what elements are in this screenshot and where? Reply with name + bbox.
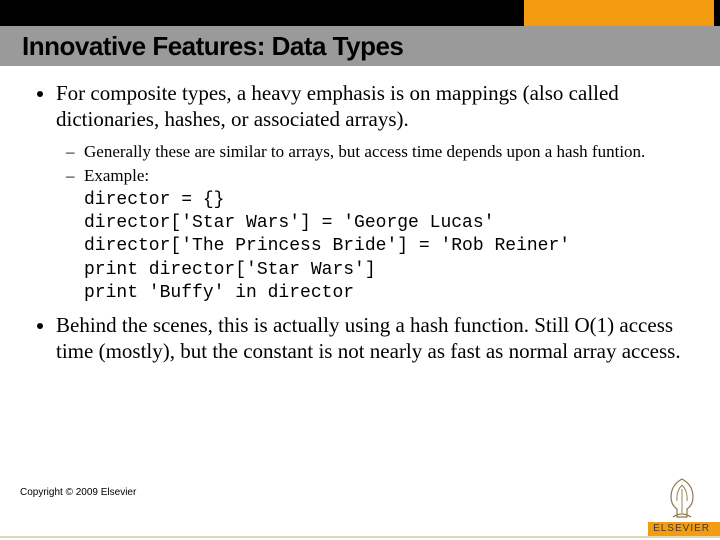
copyright-text: Copyright © 2009 Elsevier bbox=[20, 487, 136, 498]
slide-title: Innovative Features: Data Types bbox=[0, 31, 403, 62]
slide-body: For composite types, a heavy emphasis is… bbox=[32, 80, 692, 370]
sub-bullet-item: Example: bbox=[84, 165, 692, 187]
bullet-item: For composite types, a heavy emphasis is… bbox=[56, 80, 692, 306]
bullet-item: Behind the scenes, this is actually usin… bbox=[56, 312, 692, 365]
slide: Innovative Features: Data Types For comp… bbox=[0, 0, 720, 540]
publisher-name: ELSEVIER bbox=[653, 523, 710, 534]
sub-bullet-item: Generally these are similar to arrays, b… bbox=[84, 141, 692, 163]
sub-bullet-list: Generally these are similar to arrays, b… bbox=[56, 141, 692, 187]
publisher-logo: ELSEVIER bbox=[653, 475, 710, 534]
bullet-list: For composite types, a heavy emphasis is… bbox=[32, 80, 692, 364]
tree-icon bbox=[659, 475, 705, 521]
bullet-text: Behind the scenes, this is actually usin… bbox=[56, 313, 681, 363]
title-bar: Innovative Features: Data Types bbox=[0, 26, 720, 66]
bullet-text: For composite types, a heavy emphasis is… bbox=[56, 81, 619, 131]
code-block: director = {} director['Star Wars'] = 'G… bbox=[56, 189, 692, 306]
footer-divider-line bbox=[0, 536, 720, 538]
